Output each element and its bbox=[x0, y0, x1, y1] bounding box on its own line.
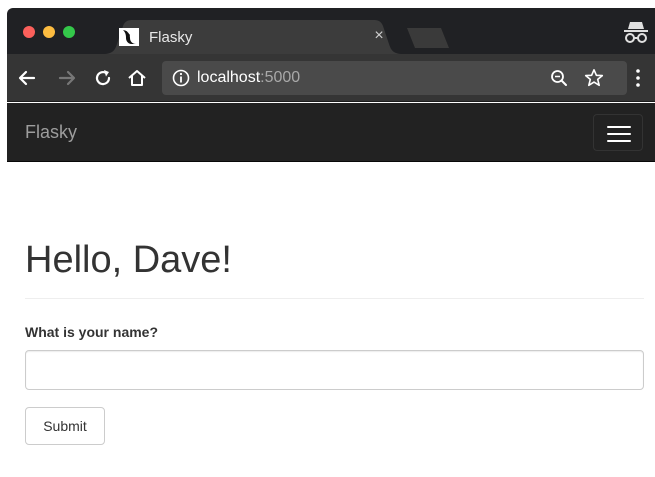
tab-background bbox=[103, 20, 403, 54]
tab-close-icon[interactable]: × bbox=[369, 26, 389, 46]
url-host: localhost bbox=[197, 69, 261, 86]
close-window-button[interactable] bbox=[23, 26, 35, 38]
zoom-icon[interactable] bbox=[550, 69, 568, 87]
name-field-label: What is your name? bbox=[25, 324, 159, 340]
submit-button[interactable]: Submit bbox=[25, 407, 105, 445]
navbar-brand[interactable]: Flasky bbox=[25, 122, 77, 143]
page-content: Hello, Dave! What is your name? Submit bbox=[7, 163, 655, 477]
reload-icon[interactable] bbox=[91, 66, 115, 90]
minimize-window-button[interactable] bbox=[43, 26, 55, 38]
page-title: Hello, Dave! bbox=[25, 239, 232, 281]
back-icon[interactable] bbox=[15, 66, 39, 90]
tab-title: Flasky bbox=[149, 29, 193, 46]
new-tab-button[interactable] bbox=[407, 28, 449, 48]
browser-toolbar: localhost:5000 bbox=[7, 54, 655, 102]
browser-tab[interactable]: Flasky × bbox=[103, 20, 403, 54]
flask-favicon bbox=[119, 28, 139, 46]
tab-strip: Flasky × bbox=[7, 8, 655, 54]
url-port: :5000 bbox=[260, 69, 301, 86]
menu-dots-icon[interactable] bbox=[631, 68, 645, 88]
info-icon[interactable] bbox=[172, 69, 190, 87]
site-navbar: Flasky bbox=[7, 103, 655, 162]
hamburger-bar bbox=[607, 126, 631, 128]
maximize-window-button[interactable] bbox=[63, 26, 75, 38]
incognito-icon bbox=[623, 20, 649, 44]
star-icon[interactable] bbox=[584, 68, 604, 88]
home-icon[interactable] bbox=[125, 66, 149, 90]
name-input[interactable] bbox=[25, 350, 644, 390]
browser-window: Flasky × localhost:5000 Flasky Hello, Da… bbox=[7, 8, 655, 477]
hamburger-icon[interactable] bbox=[593, 114, 643, 151]
address-bar[interactable]: localhost:5000 bbox=[162, 61, 627, 95]
hamburger-bar bbox=[607, 140, 631, 142]
forward-icon[interactable] bbox=[55, 66, 79, 90]
hamburger-bar bbox=[607, 133, 631, 135]
page-header: Hello, Dave! bbox=[25, 235, 644, 299]
url-text[interactable]: localhost:5000 bbox=[197, 69, 300, 87]
